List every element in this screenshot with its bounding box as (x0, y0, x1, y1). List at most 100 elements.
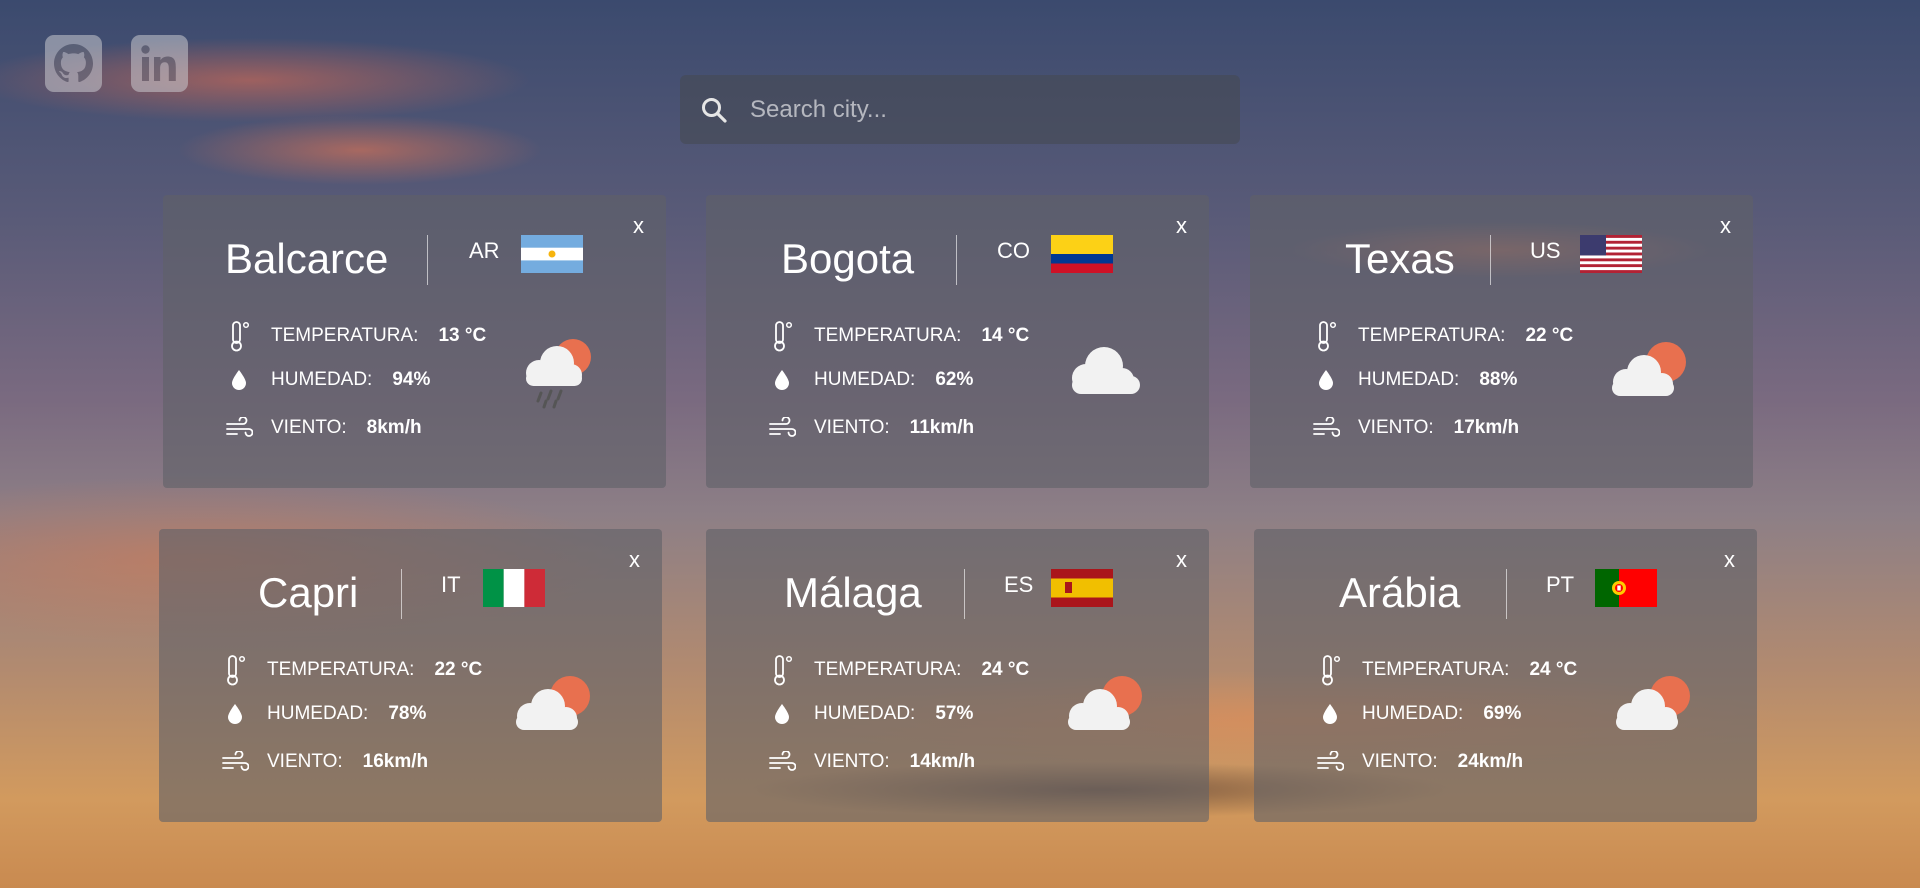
temperature-value: 14 °C (981, 325, 1030, 346)
thermometer-icon (1312, 320, 1340, 352)
wind-row: VIENTO: 11km/h (768, 417, 974, 439)
wind-row: VIENTO: 17km/h (1312, 417, 1519, 439)
humidity-value: 69% (1483, 703, 1522, 724)
city-name: Arábia (1339, 569, 1461, 616)
temperature-row: TEMPERATURA: 24 °C (768, 654, 1029, 686)
divider (427, 235, 428, 285)
wind-row: VIENTO: 24km/h (1316, 751, 1523, 773)
temperature-value: 24 °C (1529, 659, 1578, 680)
weather-card: x Capri IT TEMPERATURA: 22 °C HUMEDAD: 7… (159, 529, 662, 822)
github-icon[interactable] (45, 35, 102, 92)
linkedin-icon[interactable] (131, 35, 188, 92)
wind-label: VIENTO: (814, 751, 890, 772)
temperature-row: TEMPERATURA: 22 °C (221, 654, 482, 686)
flag-portugal-icon (1595, 569, 1657, 607)
country-code: CO (997, 238, 1030, 263)
temperature-label: TEMPERATURA: (1362, 659, 1510, 680)
divider (401, 569, 402, 619)
city-name: Bogota (781, 235, 915, 282)
humidity-row: HUMEDAD: 57% (768, 703, 973, 725)
city-name: Capri (258, 569, 359, 616)
temperature-label: TEMPERATURA: (814, 325, 962, 346)
droplet-icon (221, 703, 249, 725)
temperature-label: TEMPERATURA: (814, 659, 962, 680)
temperature-row: TEMPERATURA: 13 °C (225, 320, 486, 352)
humidity-label: HUMEDAD: (271, 369, 373, 390)
humidity-row: HUMEDAD: 78% (221, 703, 426, 725)
country-code: IT (441, 572, 461, 597)
wind-value: 11km/h (909, 417, 975, 438)
wind-value: 16km/h (362, 751, 429, 772)
temperature-value: 13 °C (438, 325, 487, 346)
humidity-value: 57% (935, 703, 974, 724)
search-icon (700, 95, 730, 125)
cloud-sun-icon (1056, 674, 1156, 754)
humidity-value: 62% (935, 369, 974, 390)
humidity-label: HUMEDAD: (814, 703, 916, 724)
weather-card: x Balcarce AR TEMPERATURA: 13 °C HUMEDAD… (163, 195, 666, 488)
weather-card: x Bogota CO TEMPERATURA: 14 °C HUMEDAD: … (706, 195, 1209, 488)
wind-icon (768, 751, 796, 773)
thermometer-icon (768, 320, 796, 352)
wind-value: 14km/h (909, 751, 976, 772)
wind-icon (768, 417, 796, 439)
wind-icon (225, 417, 253, 439)
city-name: Texas (1345, 235, 1455, 282)
search-bar (680, 75, 1240, 144)
search-input[interactable] (748, 94, 1212, 125)
temperature-label: TEMPERATURA: (1358, 325, 1506, 346)
flag-spain-icon (1051, 569, 1113, 607)
wind-label: VIENTO: (1358, 417, 1434, 438)
divider (1506, 569, 1507, 619)
cloud-sun-icon (1604, 674, 1704, 754)
thermometer-icon (225, 320, 253, 352)
divider (1490, 235, 1491, 285)
wind-value: 24km/h (1457, 751, 1524, 772)
droplet-icon (768, 369, 796, 391)
temperature-label: TEMPERATURA: (267, 659, 415, 680)
country-code: ES (1004, 572, 1034, 597)
droplet-icon (1316, 703, 1344, 725)
droplet-icon (768, 703, 796, 725)
flag-usa-icon (1580, 235, 1642, 273)
city-name: Balcarce (225, 235, 389, 282)
city-name: Málaga (784, 569, 922, 616)
wind-value: 17km/h (1453, 417, 1520, 438)
weather-card: x Texas US TEMPERATURA: 22 °C HUMEDAD: 8… (1250, 195, 1753, 488)
weather-card: x Arábia PT TEMPERATURA: 24 °C HUMEDAD: … (1254, 529, 1757, 822)
country-code: PT (1546, 572, 1575, 597)
humidity-label: HUMEDAD: (1358, 369, 1460, 390)
weather-card: x Málaga ES TEMPERATURA: 24 °C HUMEDAD: … (706, 529, 1209, 822)
humidity-row: HUMEDAD: 62% (768, 369, 973, 391)
temperature-value: 24 °C (981, 659, 1030, 680)
humidity-row: HUMEDAD: 94% (225, 369, 430, 391)
humidity-label: HUMEDAD: (1362, 703, 1464, 724)
country-code: AR (469, 238, 500, 263)
thermometer-icon (221, 654, 249, 686)
humidity-value: 78% (388, 703, 427, 724)
wind-row: VIENTO: 8km/h (225, 417, 422, 439)
wind-label: VIENTO: (271, 417, 347, 438)
wind-value: 8km/h (366, 417, 422, 438)
temperature-value: 22 °C (434, 659, 483, 680)
temperature-value: 22 °C (1525, 325, 1574, 346)
temperature-row: TEMPERATURA: 14 °C (768, 320, 1029, 352)
temperature-label: TEMPERATURA: (271, 325, 419, 346)
thermometer-icon (1316, 654, 1344, 686)
temperature-row: TEMPERATURA: 24 °C (1316, 654, 1577, 686)
rain-cloud-sun-icon (513, 335, 613, 415)
wind-icon (221, 751, 249, 773)
humidity-label: HUMEDAD: (814, 369, 916, 390)
cloud-icon (1056, 340, 1156, 420)
droplet-icon (1312, 369, 1340, 391)
cloud-sun-icon (1600, 340, 1700, 420)
humidity-row: HUMEDAD: 88% (1312, 369, 1517, 391)
wind-icon (1316, 751, 1344, 773)
divider (964, 569, 965, 619)
humidity-label: HUMEDAD: (267, 703, 369, 724)
cloud-sun-icon (504, 674, 604, 754)
thermometer-icon (768, 654, 796, 686)
wind-label: VIENTO: (814, 417, 890, 438)
wind-icon (1312, 417, 1340, 439)
droplet-icon (225, 369, 253, 391)
